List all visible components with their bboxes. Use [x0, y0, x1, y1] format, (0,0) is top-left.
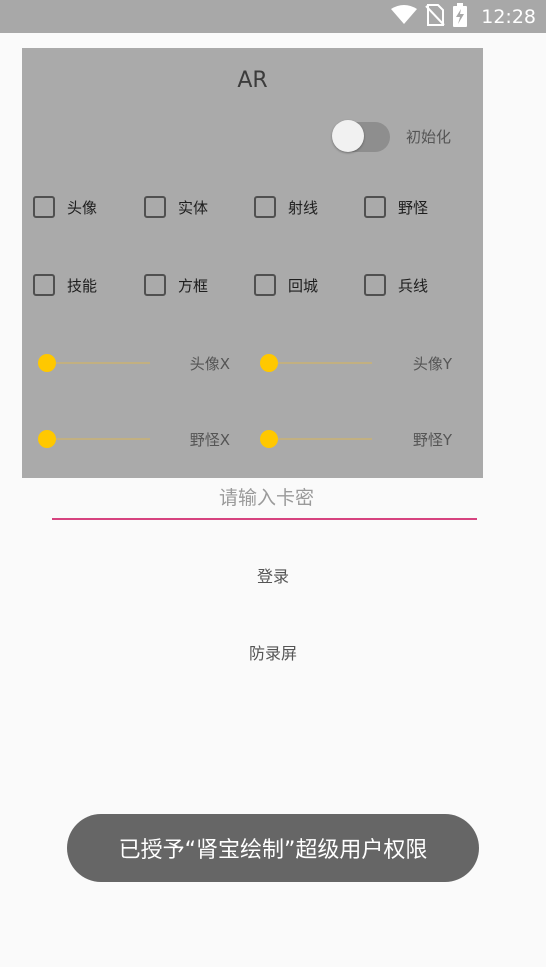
checkbox-label: 野怪	[398, 198, 429, 217]
slider-label-monster-x: 野怪X	[189, 431, 230, 449]
slider-knob[interactable]	[38, 430, 56, 448]
login-button[interactable]: 登录	[0, 563, 546, 587]
init-switch[interactable]	[330, 118, 390, 154]
slider-monster-x[interactable]	[38, 427, 150, 451]
checkbox-label: 头像	[67, 198, 98, 217]
no-sim-icon	[425, 3, 445, 30]
panel-title: AR	[237, 68, 268, 93]
checkbox-box[interactable]	[33, 274, 55, 296]
checkbox-box[interactable]	[364, 196, 386, 218]
card-key-field[interactable]	[52, 480, 481, 520]
checkbox-monster[interactable]: 野怪	[364, 196, 428, 218]
status-bar: 12:28	[0, 0, 546, 33]
init-switch-label: 初始化	[406, 128, 452, 146]
checkbox-box[interactable]	[33, 196, 55, 218]
checkbox-label: 方框	[178, 276, 209, 295]
checkbox-label: 兵线	[398, 276, 429, 295]
checkbox-box[interactable]	[254, 196, 276, 218]
checkbox-box-frame[interactable]: 方框	[144, 274, 208, 296]
slider-monster-y[interactable]	[260, 427, 372, 451]
slider-knob[interactable]	[38, 354, 56, 372]
slider-knob[interactable]	[260, 430, 278, 448]
ar-panel: AR 初始化 头像 实体 射线 野怪 技能 方框 回城 兵线 头像X 头像Y 野…	[22, 48, 483, 478]
checkbox-ray[interactable]: 射线	[254, 196, 318, 218]
slider-rail	[262, 438, 372, 440]
slider-rail	[40, 362, 150, 364]
slider-rail	[40, 438, 150, 440]
checkbox-box[interactable]	[364, 274, 386, 296]
checkbox-entity[interactable]: 实体	[144, 196, 208, 218]
wifi-icon	[391, 4, 418, 29]
anti-record-button[interactable]: 防录屏	[0, 640, 546, 664]
slider-knob[interactable]	[260, 354, 278, 372]
slider-avatar-x[interactable]	[38, 351, 150, 375]
slider-label-monster-y: 野怪Y	[412, 431, 452, 449]
checkbox-recall[interactable]: 回城	[254, 274, 318, 296]
checkbox-avatar[interactable]: 头像	[33, 196, 97, 218]
checkbox-minion[interactable]: 兵线	[364, 274, 428, 296]
slider-label-avatar-x: 头像X	[189, 355, 230, 373]
battery-charging-icon	[453, 2, 468, 31]
checkbox-box[interactable]	[144, 196, 166, 218]
checkbox-label: 技能	[67, 276, 98, 295]
checkbox-label: 射线	[288, 198, 319, 217]
clock: 12:28	[481, 5, 536, 28]
slider-rail	[262, 362, 372, 364]
card-key-input[interactable]	[52, 480, 481, 516]
slider-avatar-y[interactable]	[260, 351, 372, 375]
toast-message: 已授予“肾宝绘制”超级用户权限	[67, 814, 479, 882]
checkbox-label: 回城	[288, 276, 319, 295]
checkbox-skill[interactable]: 技能	[33, 274, 97, 296]
checkbox-label: 实体	[178, 198, 209, 217]
slider-label-avatar-y: 头像Y	[412, 355, 452, 373]
checkbox-box[interactable]	[144, 274, 166, 296]
checkbox-box[interactable]	[254, 274, 276, 296]
switch-thumb	[332, 120, 364, 152]
